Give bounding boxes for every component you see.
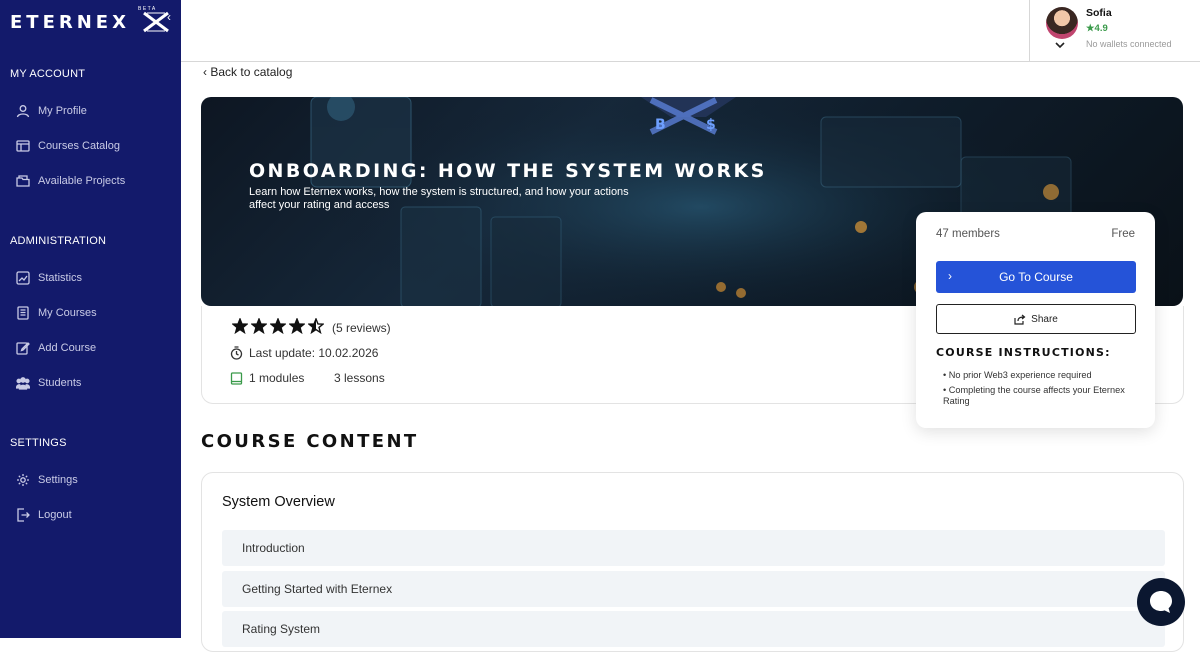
back-link-label: Back to catalog xyxy=(210,65,293,79)
chat-bubble-icon xyxy=(1150,591,1172,613)
last-update-row: Last update: 10.02.2026 xyxy=(230,346,378,360)
logo-text: ETERNEX xyxy=(10,12,130,33)
instruction-item: • Completing the course affects your Ete… xyxy=(943,385,1125,406)
star-full-icon xyxy=(270,318,286,334)
section-title-my-account: MY ACCOUNT xyxy=(10,68,86,80)
sidebar: ETERNEX BETA ‹ MY ACCOUNT My Profile Cou… xyxy=(0,0,181,638)
sidebar-item-courses-catalog[interactable]: Courses Catalog xyxy=(16,136,120,156)
projects-icon xyxy=(16,175,30,187)
rating-stars xyxy=(232,318,324,334)
catalog-icon xyxy=(16,140,30,152)
lesson-item-getting-started[interactable]: Getting Started with Eternex xyxy=(222,571,1165,607)
star-full-icon xyxy=(232,318,248,334)
chevron-down-icon[interactable] xyxy=(1054,40,1066,50)
user-rating-value: 4.9 xyxy=(1094,23,1108,34)
share-icon xyxy=(1014,314,1026,325)
go-to-course-button[interactable]: › Go To Course xyxy=(936,261,1136,293)
user-name: Sofia xyxy=(1086,7,1112,19)
star-full-icon xyxy=(251,318,267,334)
lesson-item-introduction[interactable]: Introduction xyxy=(222,530,1165,566)
stopwatch-icon xyxy=(230,346,243,360)
section-title-settings: SETTINGS xyxy=(10,437,67,449)
sidebar-item-label: Statistics xyxy=(38,272,83,284)
course-content-box: System Overview Introduction Getting Sta… xyxy=(201,472,1184,652)
sidebar-item-add-course[interactable]: Add Course xyxy=(16,338,96,358)
sidebar-item-label: Students xyxy=(38,377,82,389)
sidebar-item-label: Courses Catalog xyxy=(38,140,120,152)
chat-support-button[interactable] xyxy=(1137,578,1185,626)
sidebar-item-label: My Courses xyxy=(38,307,97,319)
course-content-heading: Course content xyxy=(201,431,419,452)
sidebar-item-available-projects[interactable]: Available Projects xyxy=(16,171,125,191)
svg-text:$: $ xyxy=(706,117,716,133)
members-count: 47 members xyxy=(936,228,1000,240)
instruction-item: • No prior Web3 experience required xyxy=(943,370,1092,380)
sidebar-item-label: Settings xyxy=(38,474,78,486)
instructions-title: Course instructions: xyxy=(936,346,1111,359)
star-half-icon xyxy=(308,318,324,334)
logout-icon xyxy=(17,508,30,522)
wallet-status: No wallets connected xyxy=(1086,39,1172,49)
edit-icon xyxy=(16,342,30,355)
sidebar-item-logout[interactable]: Logout xyxy=(16,505,72,525)
sidebar-item-label: My Profile xyxy=(38,105,87,117)
sidebar-item-label: Logout xyxy=(38,509,72,521)
sidebar-item-label: Available Projects xyxy=(38,175,126,187)
svg-text:B: B xyxy=(655,117,666,133)
user-icon xyxy=(16,105,30,118)
user-rating: ★4.9 xyxy=(1086,23,1108,34)
course-price: Free xyxy=(1111,228,1135,240)
sidebar-item-students[interactable]: Students xyxy=(16,373,81,393)
avatar[interactable] xyxy=(1046,7,1078,39)
star-icon: ★ xyxy=(1086,23,1095,34)
book-icon xyxy=(230,371,243,385)
group-icon xyxy=(16,377,30,390)
sidebar-item-label: Add Course xyxy=(38,342,97,354)
document-icon xyxy=(17,306,29,320)
course-subtitle: Learn how Eternex works, how the system … xyxy=(249,186,629,211)
sidebar-item-statistics[interactable]: Statistics xyxy=(16,268,82,288)
go-to-course-label: Go To Course xyxy=(999,270,1073,284)
star-full-icon xyxy=(289,318,305,334)
gear-icon xyxy=(17,474,29,486)
sidebar-item-settings[interactable]: Settings xyxy=(16,470,78,490)
collapse-sidebar-icon[interactable]: ‹ xyxy=(167,10,179,24)
chart-icon xyxy=(16,271,30,285)
share-button[interactable]: Share xyxy=(936,304,1136,334)
share-label: Share xyxy=(1031,313,1058,325)
lessons-count: 3 lessons xyxy=(334,371,385,385)
user-menu[interactable]: Sofia ★4.9 No wallets connected xyxy=(1029,0,1200,62)
instructions-list: • No prior Web3 experience required • Co… xyxy=(943,370,1133,411)
course-title: Onboarding: How the system works xyxy=(249,160,767,182)
reviews-count[interactable]: (5 reviews) xyxy=(332,321,391,335)
last-update-text: Last update: 10.02.2026 xyxy=(249,346,379,360)
course-enroll-panel: 47 members Free › Go To Course Share Cou… xyxy=(916,212,1155,428)
sidebar-item-my-courses[interactable]: My Courses xyxy=(16,303,97,323)
module-title[interactable]: System Overview xyxy=(222,494,335,510)
back-to-catalog-link[interactable]: ‹ Back to catalog xyxy=(203,65,292,79)
chevron-right-icon: › xyxy=(948,269,952,283)
section-title-administration: ADMINISTRATION xyxy=(10,235,107,247)
logo-x-mark-icon xyxy=(143,11,169,33)
lesson-item-rating-system[interactable]: Rating System xyxy=(222,611,1165,647)
modules-count: 1 modules xyxy=(249,371,305,385)
eternex-logo[interactable]: ETERNEX BETA xyxy=(10,6,175,36)
modules-row: 1 modules xyxy=(230,371,304,385)
sidebar-item-my-profile[interactable]: My Profile xyxy=(16,101,87,121)
chevron-left-icon: ‹ xyxy=(203,65,207,79)
